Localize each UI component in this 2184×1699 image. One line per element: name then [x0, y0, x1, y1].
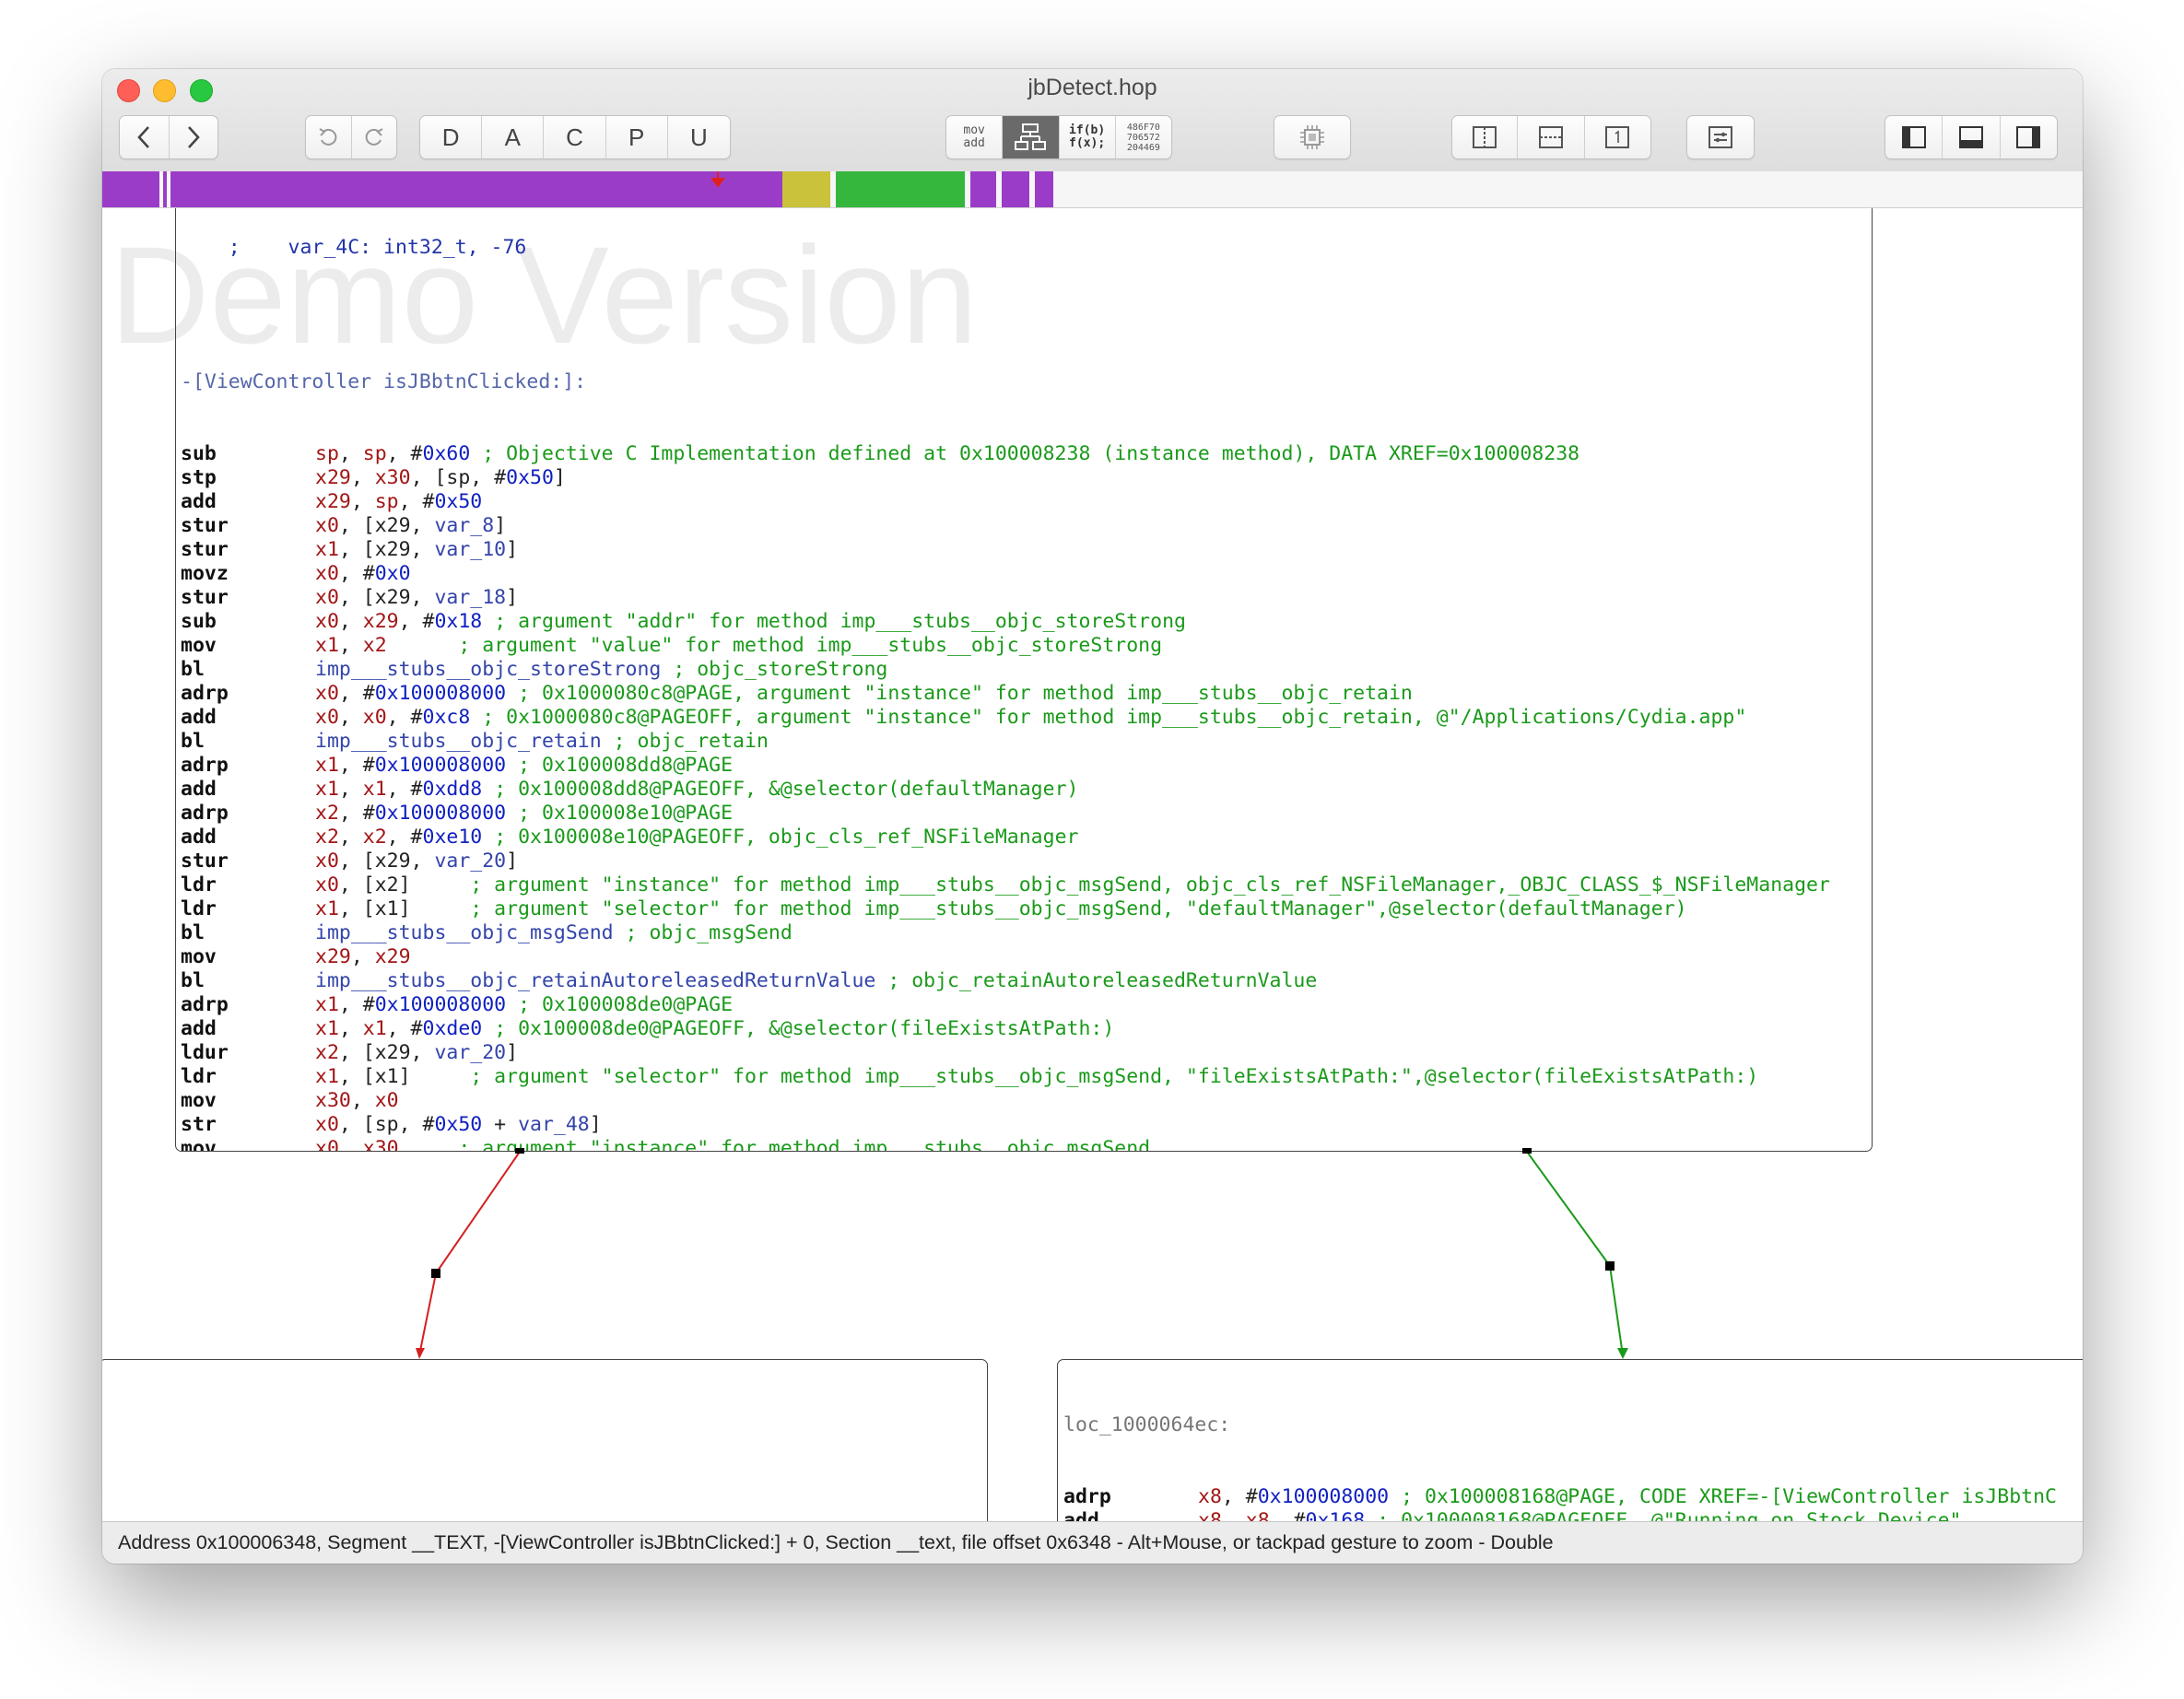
split-horizontal-button[interactable] — [1518, 116, 1585, 158]
nav-segment-data[interactable] — [782, 171, 830, 207]
debugger-button[interactable] — [1274, 116, 1350, 158]
cfg-view-button[interactable] — [1003, 116, 1060, 158]
toggle-right-panel-button[interactable] — [2001, 116, 2057, 158]
hex-view-button[interactable]: 486F70 706572 204469 — [1116, 116, 1171, 158]
chevron-right-icon — [187, 126, 200, 148]
nav-segment-procedure-4[interactable] — [970, 171, 996, 207]
chevron-left-icon — [137, 126, 150, 148]
split-vertical-icon — [1473, 126, 1497, 148]
assembly-view-button[interactable]: mov add — [946, 116, 1004, 158]
redo-button[interactable] — [352, 116, 397, 158]
window-title: jbDetect.hop — [1027, 75, 1157, 100]
hex-view-line2: 706572 — [1126, 132, 1160, 143]
nav-segment-procedure-6[interactable] — [1035, 171, 1053, 207]
split-horizontal-icon — [1539, 126, 1563, 148]
pseudocode-view-button[interactable]: if(b) f(x); — [1060, 116, 1116, 158]
segment-navigation-bar[interactable] — [102, 171, 2083, 208]
flowchart-icon — [1015, 123, 1047, 150]
redo-icon — [365, 128, 383, 146]
nav-segment-code[interactable] — [836, 171, 965, 207]
mode-d-button[interactable]: D — [420, 116, 483, 158]
current-position-marker-icon — [710, 171, 725, 188]
false-branch-edge[interactable] — [416, 1148, 524, 1359]
right-sidebar-icon — [2016, 126, 2041, 148]
title-bar: jbDetect.hop D A C P U mov add if(b) f(x… — [102, 69, 2083, 172]
nav-segment-procedure-1[interactable] — [102, 171, 159, 207]
assembly-view-line1: mov — [963, 123, 985, 137]
cpu-icon — [1300, 125, 1324, 149]
view-mode-group: mov add if(b) f(x); 486F70 706572 204469 — [945, 115, 1172, 159]
true-branch-edge[interactable] — [1522, 1148, 1628, 1359]
type-mode-group: D A C P U — [419, 115, 731, 159]
undo-button[interactable] — [306, 116, 352, 158]
settings-button[interactable] — [1687, 116, 1754, 158]
toggle-bottom-panel-button[interactable] — [1943, 116, 2001, 158]
hex-view-line3: 204469 — [1126, 142, 1160, 153]
single-pane-icon — [1605, 126, 1630, 148]
hex-view-line1: 486F70 — [1126, 122, 1160, 133]
assembly-view-line2: add — [963, 136, 985, 150]
mode-u-button[interactable]: U — [668, 116, 730, 158]
nav-segment-procedure-3[interactable] — [170, 171, 782, 207]
undo-icon — [319, 128, 337, 146]
pseudocode-view-line2: f(x); — [1069, 136, 1106, 150]
nav-segment-procedure-2[interactable] — [163, 171, 167, 207]
mode-p-button[interactable]: P — [606, 116, 668, 158]
settings-group — [1686, 115, 1755, 159]
toggle-left-panel-button[interactable] — [1885, 116, 1943, 158]
status-text: Address 0x100006348, Segment __TEXT, -[V… — [118, 1531, 1554, 1553]
sliders-icon — [1708, 126, 1732, 148]
layout-group — [1451, 115, 1651, 159]
mode-c-button[interactable]: C — [544, 116, 606, 158]
flow-edges — [416, 1148, 1628, 1359]
debugger-group — [1274, 115, 1351, 159]
app-window: jbDetect.hop D A C P U mov add if(b) f(x… — [102, 69, 2083, 1564]
back-button[interactable] — [120, 116, 170, 158]
left-sidebar-icon — [1901, 126, 1926, 148]
split-vertical-button[interactable] — [1452, 116, 1519, 158]
navigation-group — [119, 115, 218, 159]
undo-redo-group — [305, 115, 397, 159]
forward-button[interactable] — [170, 116, 218, 158]
status-bar: Address 0x100006348, Segment __TEXT, -[V… — [102, 1521, 2083, 1564]
graph-canvas[interactable]: Demo Version ; var_4C: int32_t, -76 -[Vi… — [102, 208, 2083, 1521]
bottom-panel-icon — [1958, 126, 1983, 148]
single-pane-button[interactable] — [1585, 116, 1650, 158]
pseudocode-view-line1: if(b) — [1069, 123, 1106, 137]
panels-group — [1885, 115, 2058, 159]
mode-a-button[interactable]: A — [482, 116, 545, 158]
nav-segment-procedure-5[interactable] — [1002, 171, 1029, 207]
